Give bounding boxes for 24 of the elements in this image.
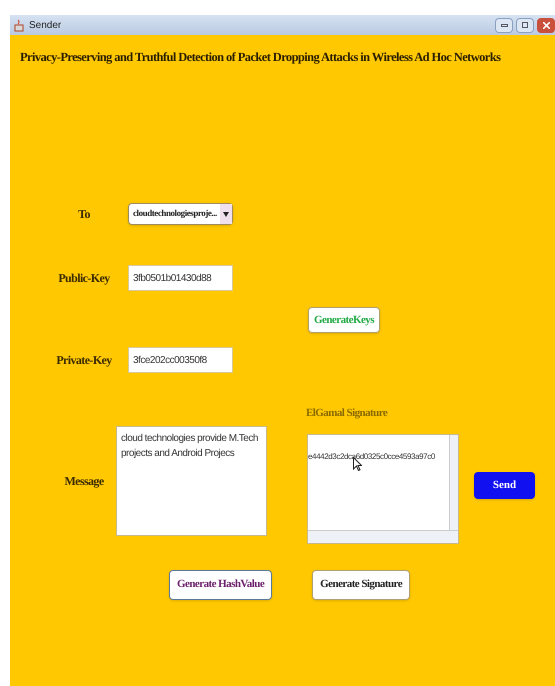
recipient-dropdown[interactable]: cloudtechnologiesproje... <box>128 203 233 225</box>
window-title: Sender <box>29 18 62 32</box>
vertical-scrollbar[interactable] <box>449 434 458 530</box>
java-cup-icon <box>14 18 25 32</box>
maximize-button[interactable] <box>516 18 534 32</box>
text-field[interactable]: 3fb0501b01430d88 <box>128 265 233 291</box>
minimize-button[interactable] <box>495 18 513 32</box>
field-label: Message <box>63 472 105 490</box>
signature-area[interactable]: e4442d3c2dca6d0325c0cce4593a97c0 <box>307 434 459 544</box>
page-heading: Privacy-Preserving and Truthful Detection of Packet Dropping Attacks in Wireless Ad Hoc Networks <box>20 50 500 64</box>
caret-icon <box>223 212 229 216</box>
send-button[interactable]: Send <box>474 472 535 498</box>
field-label: Public-Key <box>57 270 112 287</box>
horizontal-scrollbar[interactable] <box>308 530 458 542</box>
signature-label: ElGamal Signature <box>306 406 388 421</box>
field-label: To <box>77 206 91 223</box>
close-icon <box>542 22 550 28</box>
generate-hash-button[interactable]: Generate HashValue <box>169 570 272 600</box>
text-field[interactable]: 3fce202cc00350f8 <box>128 347 233 373</box>
signature-text: e4442d3c2dca6d0325c0cce4593a97c0 <box>308 452 435 460</box>
field-label: Private-Key <box>55 352 114 369</box>
generate-signature-button[interactable]: Generate Signature <box>312 570 410 600</box>
message-area[interactable]: cloud technologies provide M.Tech projects and Android Projecs <box>116 426 267 536</box>
close-button[interactable] <box>537 18 555 32</box>
